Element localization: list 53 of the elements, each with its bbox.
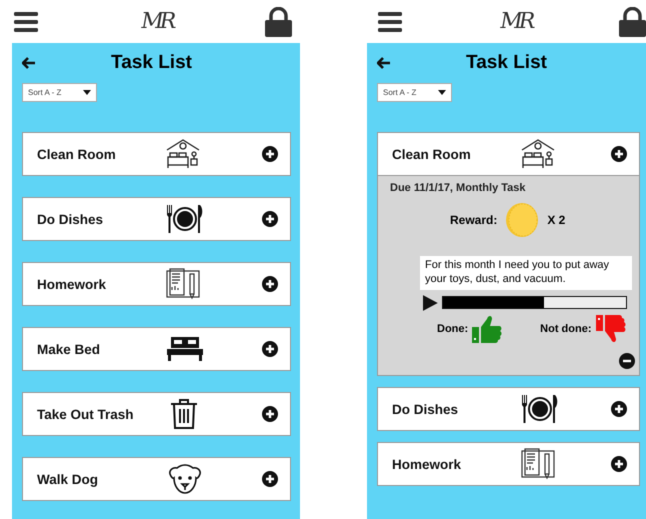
task-card[interactable]: Do Dishes	[22, 197, 291, 241]
plus-icon[interactable]	[611, 146, 627, 162]
task-card[interactable]: Homework	[22, 262, 291, 306]
reward-count: X 2	[547, 213, 566, 227]
audio-progress-track[interactable]	[442, 296, 627, 309]
task-name: Clean Room	[392, 146, 472, 162]
plus-icon[interactable]	[262, 146, 278, 162]
task-name: Take Out Trash	[37, 406, 135, 422]
plus-icon[interactable]	[262, 211, 278, 227]
message-text: For this month I need you to put away your toys, dust, and vacuum.	[420, 256, 632, 290]
coin-icon	[505, 202, 540, 238]
plus-icon[interactable]	[262, 276, 278, 292]
task-name: Do Dishes	[37, 212, 104, 226]
task-card[interactable]: Clean Room	[22, 132, 291, 176]
task-card[interactable]: Clean Room Due 11/1/17, Monthly Task Reward: X 2 For this month I need you to put away your toys, dust, and vacuum. Done: Not done:	[377, 132, 640, 376]
task-name: Walk Dog	[37, 472, 100, 486]
caret-icon	[438, 90, 446, 95]
logo: MR	[138, 9, 174, 34]
lock-icon[interactable]	[619, 6, 646, 36]
task-name: Make Bed	[37, 342, 102, 356]
task-card[interactable]: Do Dishes	[377, 387, 640, 431]
task-card[interactable]: Make Bed	[22, 327, 291, 371]
play-icon[interactable]	[422, 294, 438, 310]
page-title: Task List	[465, 52, 548, 74]
task-name: Homework	[37, 276, 108, 292]
task-name: Clean Room	[37, 146, 117, 162]
caret-icon	[83, 90, 91, 95]
plus-icon[interactable]	[611, 456, 627, 472]
menu-icon[interactable]	[378, 10, 402, 32]
done-label: Done:	[437, 322, 468, 334]
reward-label: Reward:	[450, 213, 498, 227]
task-card[interactable]: Homework	[377, 442, 640, 486]
plus-icon[interactable]	[611, 401, 627, 417]
thumbs-up-icon[interactable]	[472, 314, 502, 342]
plus-icon[interactable]	[262, 406, 278, 422]
lock-icon[interactable]	[265, 6, 292, 36]
logo: MR	[498, 9, 534, 34]
back-arrow-icon[interactable]	[22, 57, 36, 69]
task-card[interactable]: Take Out Trash	[22, 392, 291, 436]
thumbs-down-icon[interactable]	[596, 314, 626, 342]
task-name: Homework	[392, 456, 462, 472]
plus-icon[interactable]	[262, 471, 278, 487]
task-name: Do Dishes	[392, 402, 460, 416]
not-done-label: Not done:	[540, 322, 592, 334]
task-card[interactable]: Walk Dog	[22, 457, 291, 501]
page-title: Task List	[110, 52, 193, 74]
plus-icon[interactable]	[262, 341, 278, 357]
due-date: Due 11/1/17, Monthly Task	[390, 182, 527, 194]
minus-icon[interactable]	[619, 353, 635, 369]
sort-dropdown[interactable]: Sort A - Z	[377, 83, 452, 102]
back-arrow-icon[interactable]	[377, 57, 391, 69]
sort-dropdown[interactable]: Sort A - Z	[22, 83, 97, 102]
menu-icon[interactable]	[14, 10, 38, 32]
